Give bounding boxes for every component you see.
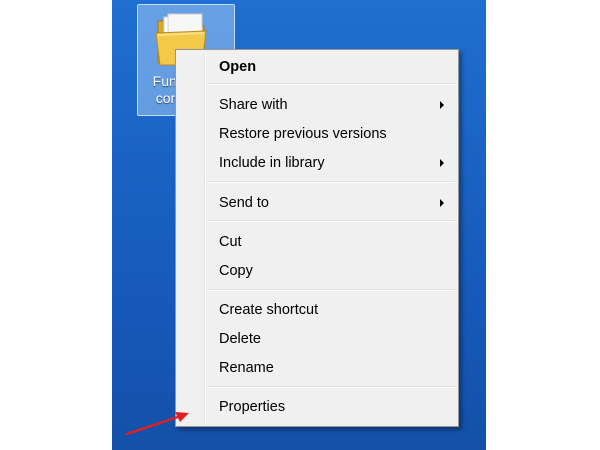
menu-item-cut[interactable]: Cut — [178, 229, 456, 255]
menu-item-label: Send to — [219, 195, 269, 211]
submenu-arrow-icon — [440, 101, 444, 109]
submenu-arrow-icon — [440, 199, 444, 207]
red-arrow-icon — [125, 412, 189, 436]
menu-item-label: Create shortcut — [219, 302, 319, 318]
menu-item-send-to[interactable]: Send to — [178, 190, 456, 216]
menu-separator — [207, 83, 455, 85]
menu-item-properties[interactable]: Properties — [178, 394, 456, 420]
menu-item-label: Restore previous versions — [219, 126, 387, 142]
menu-item-label: Rename — [219, 360, 274, 376]
menu-separator — [207, 181, 455, 183]
menu-separator — [207, 220, 455, 222]
context-menu: Open Share with Restore previous version… — [175, 49, 459, 427]
menu-item-label: Share with — [219, 97, 288, 113]
menu-item-rename[interactable]: Rename — [178, 355, 456, 381]
menu-item-label: Delete — [219, 331, 261, 347]
menu-item-label: Properties — [219, 399, 286, 415]
menu-item-label: Cut — [219, 234, 242, 250]
menu-item-label: Include in library — [219, 155, 325, 171]
menu-item-open[interactable]: Open — [178, 54, 456, 80]
menu-item-restore-previous-versions[interactable]: Restore previous versions — [178, 121, 456, 147]
submenu-arrow-icon — [440, 159, 444, 167]
menu-item-copy[interactable]: Copy — [178, 258, 456, 284]
menu-item-delete[interactable]: Delete — [178, 326, 456, 352]
menu-item-create-shortcut[interactable]: Create shortcut — [178, 297, 456, 323]
menu-item-include-in-library[interactable]: Include in library — [178, 150, 456, 176]
menu-item-label: Copy — [219, 263, 253, 279]
menu-separator — [207, 289, 455, 291]
menu-separator — [207, 386, 455, 388]
screenshot-stage: FunT com Open Share with Restore previou… — [0, 0, 600, 450]
menu-item-share-with[interactable]: Share with — [178, 92, 456, 118]
menu-item-label: Open — [219, 59, 257, 75]
